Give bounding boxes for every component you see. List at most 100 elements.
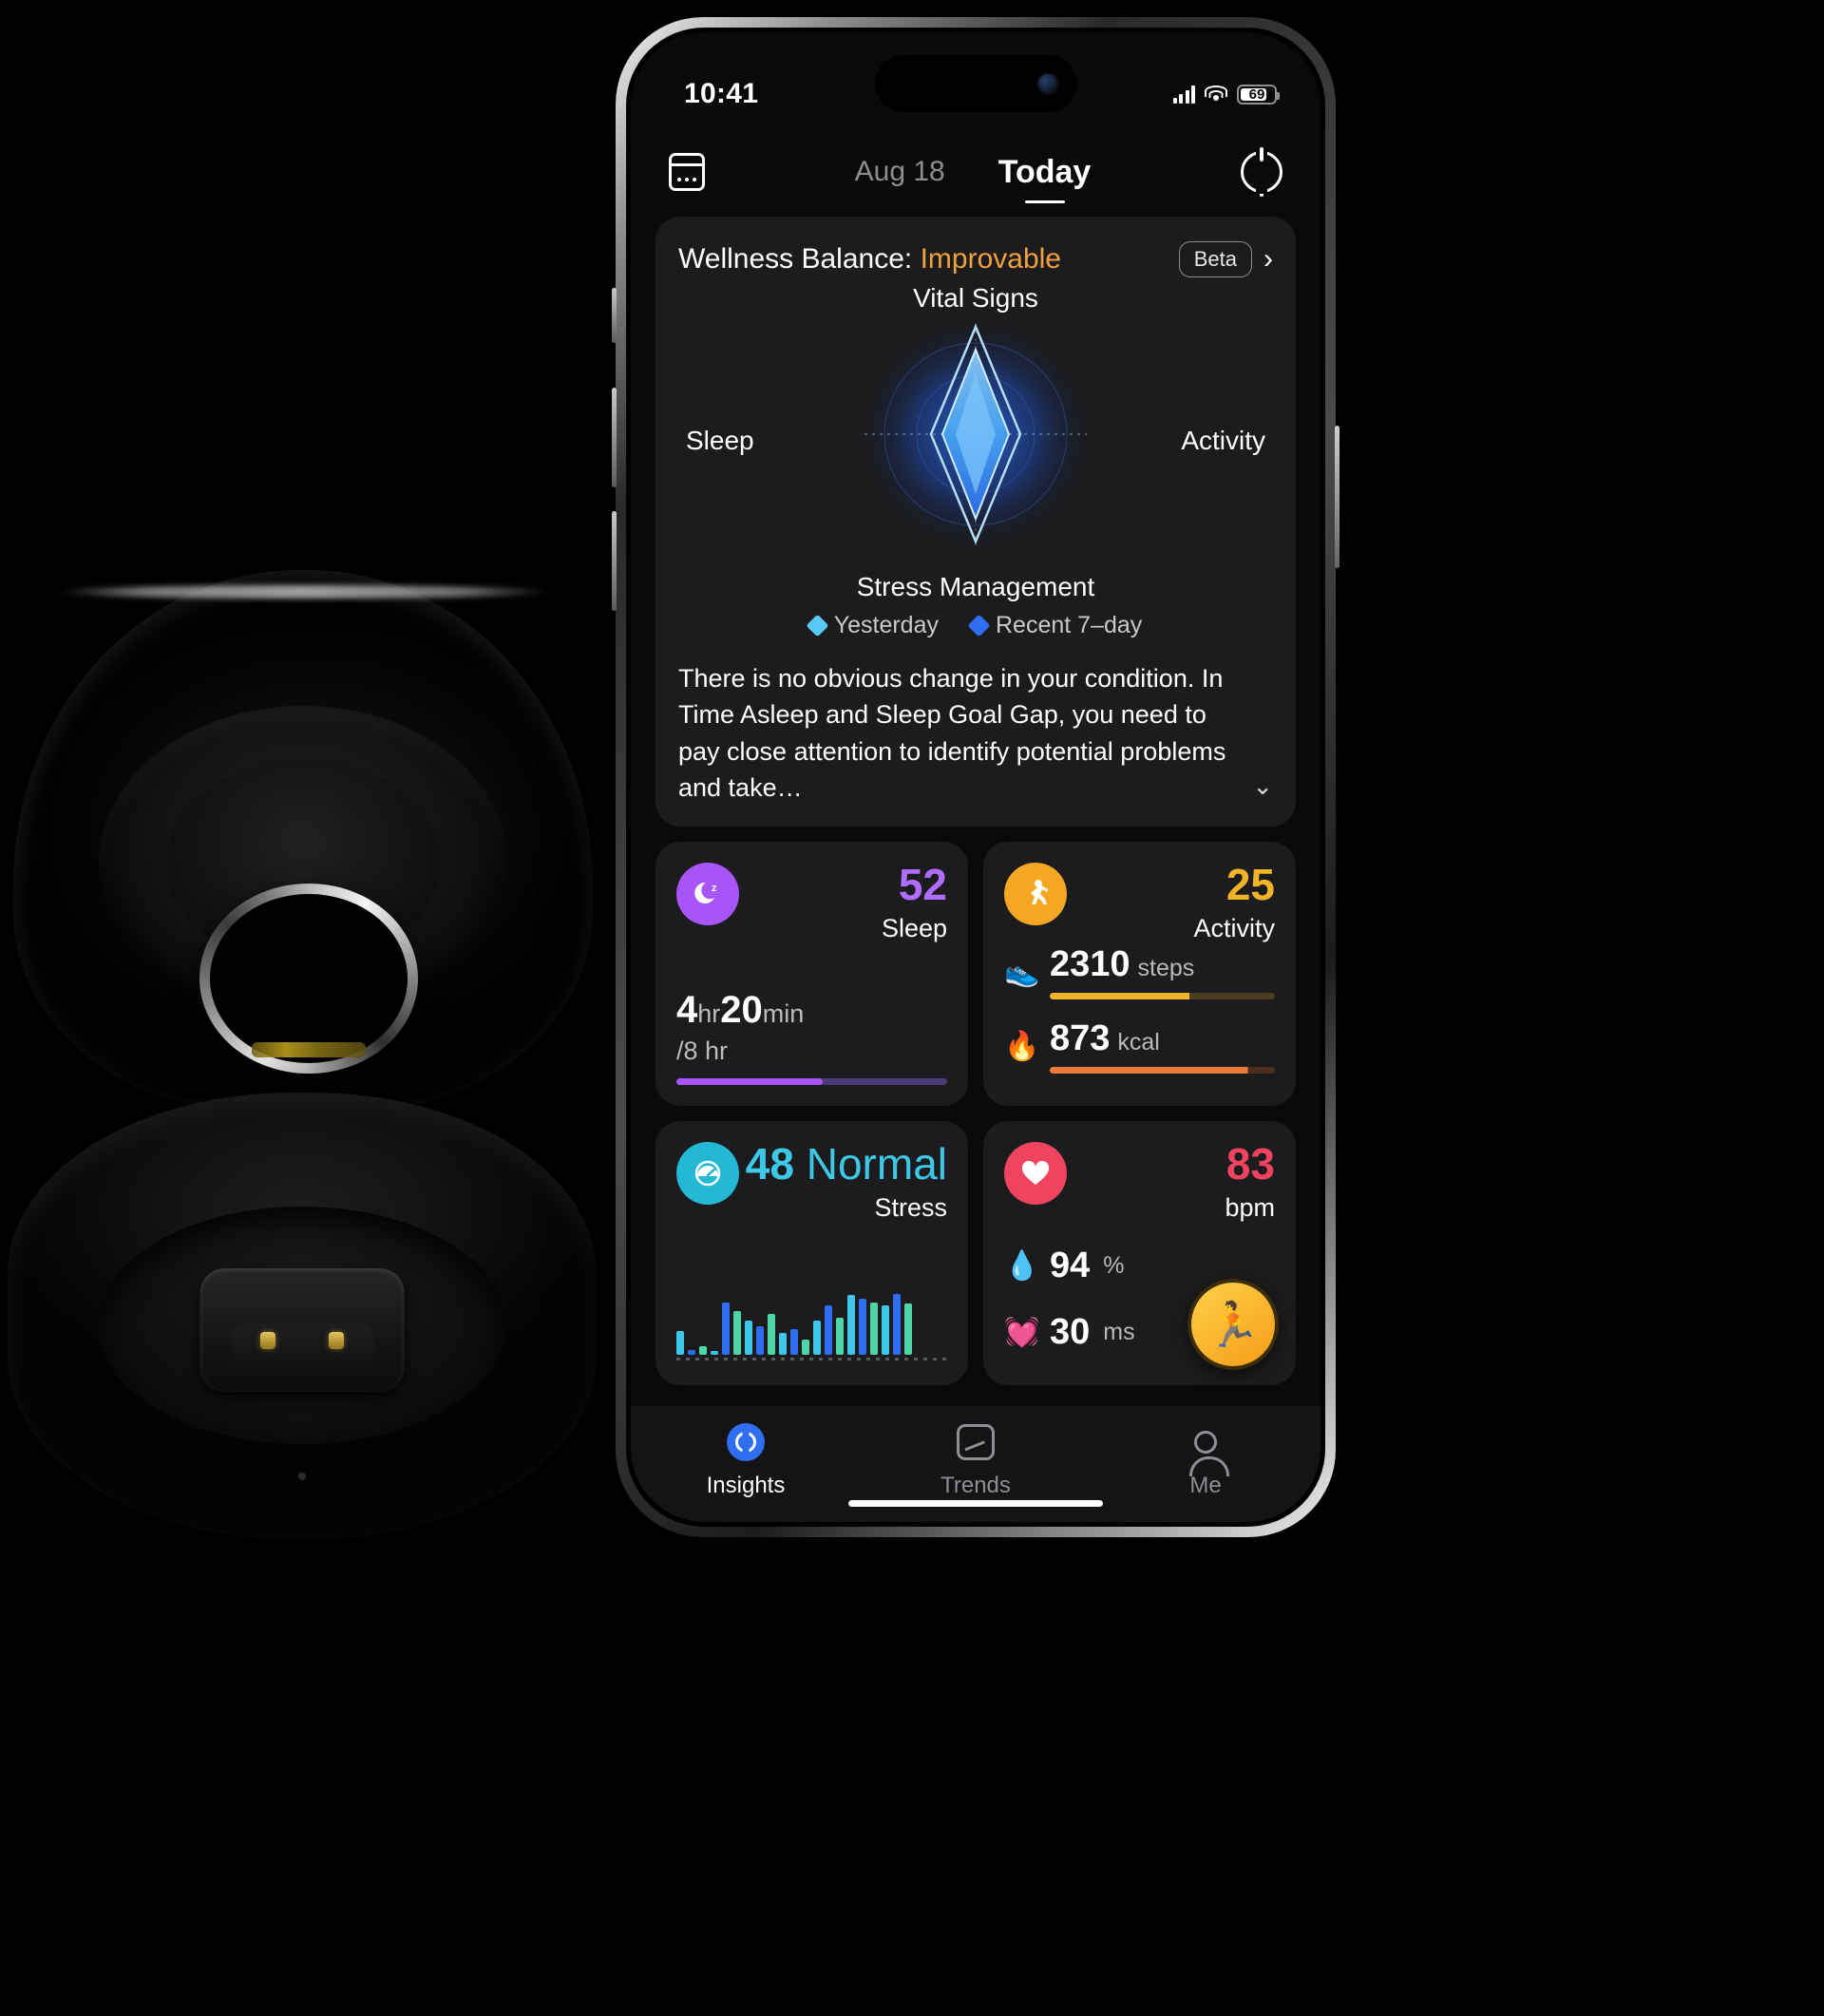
wellness-title: Wellness Balance: Improvable bbox=[678, 243, 1061, 276]
nav-today-tab[interactable]: Today bbox=[998, 154, 1092, 191]
charging-pin-left bbox=[260, 1332, 276, 1349]
stress-bar bbox=[893, 1293, 901, 1356]
tab-label-me: Me bbox=[1189, 1473, 1222, 1498]
steps-progress-track bbox=[1050, 993, 1275, 1000]
dynamic-island bbox=[875, 55, 1076, 112]
wifi-icon bbox=[1205, 86, 1227, 103]
smart-ring bbox=[200, 884, 418, 1074]
hrv-value: 30 bbox=[1050, 1312, 1091, 1353]
stress-bar bbox=[745, 1321, 752, 1356]
sync-icon[interactable] bbox=[1241, 147, 1282, 197]
charging-pin-right bbox=[329, 1332, 344, 1349]
home-indicator[interactable] bbox=[848, 1500, 1103, 1507]
stress-bar bbox=[676, 1331, 684, 1356]
status-time: 10:41 bbox=[684, 78, 759, 109]
activity-calories-row: 🔥 873 kcal bbox=[1004, 1018, 1275, 1075]
metric-card-grid: z 52 Sleep 4hr20min /8 hr 25 Activity 👟 … bbox=[656, 842, 1296, 1386]
phone-device: 10:41 69 Aug 18 Today Wellness Balance: … bbox=[612, 17, 1340, 1537]
stress-bar bbox=[699, 1346, 707, 1356]
sleep-progress-track bbox=[676, 1078, 947, 1086]
blood-oxygen-unit: % bbox=[1103, 1252, 1125, 1280]
front-camera-icon bbox=[1038, 74, 1057, 93]
hrv-row: 💓 30 ms bbox=[1004, 1312, 1135, 1353]
shoe-icon: 👟 bbox=[1004, 956, 1040, 988]
stress-status: Normal bbox=[806, 1139, 947, 1189]
heart-rate-card[interactable]: 83 bpm 💧 94 % 💓 30 ms 🏃 bbox=[983, 1121, 1296, 1386]
stress-bar bbox=[813, 1321, 821, 1356]
activity-card[interactable]: 25 Activity 👟 2310 steps 🔥 873 kcal bbox=[983, 842, 1296, 1107]
volume-up-button[interactable] bbox=[612, 388, 617, 487]
stress-gauge-icon bbox=[676, 1142, 739, 1206]
mute-switch[interactable] bbox=[612, 288, 617, 343]
blood-oxygen-droplet-icon: 💧 bbox=[1004, 1250, 1040, 1283]
blood-oxygen-value: 94 bbox=[1050, 1246, 1091, 1286]
stress-bar bbox=[722, 1302, 730, 1356]
sleep-hours: 4 bbox=[676, 989, 698, 1032]
stress-bar bbox=[733, 1310, 741, 1356]
power-button[interactable] bbox=[1335, 426, 1340, 568]
tab-insights[interactable]: Insights bbox=[631, 1421, 861, 1499]
workout-run-icon[interactable]: 🏃 bbox=[1188, 1279, 1279, 1371]
stress-bar-chart bbox=[676, 1269, 947, 1361]
stress-bar bbox=[904, 1303, 912, 1356]
case-led-indicator bbox=[298, 1473, 306, 1480]
radar-svg bbox=[864, 322, 1088, 546]
flame-icon: 🔥 bbox=[1004, 1030, 1040, 1062]
wellness-balance-card[interactable]: Wellness Balance: Improvable Beta › Vita… bbox=[656, 217, 1296, 827]
beta-badge: Beta bbox=[1178, 241, 1252, 277]
insights-ring-icon bbox=[725, 1421, 767, 1463]
radar-axis-activity: Activity bbox=[1181, 426, 1265, 455]
stress-label: Stress bbox=[874, 1193, 947, 1223]
sleep-goal: /8 hr bbox=[676, 1037, 729, 1066]
stress-card[interactable]: 48 Normal Stress bbox=[656, 1121, 968, 1386]
tab-me[interactable]: Me bbox=[1091, 1421, 1320, 1499]
stress-baseline bbox=[676, 1358, 947, 1361]
ring-contact-pads bbox=[252, 1042, 366, 1057]
chevron-right-icon[interactable]: › bbox=[1264, 245, 1273, 274]
product-photo bbox=[0, 0, 627, 2016]
heart-icon bbox=[1004, 1142, 1067, 1206]
sleep-duration: 4hr20min bbox=[676, 989, 804, 1032]
tab-label-insights: Insights bbox=[706, 1473, 786, 1498]
cellular-signal-icon bbox=[1172, 85, 1195, 104]
charging-case-base bbox=[8, 1093, 597, 1539]
trends-chart-icon bbox=[955, 1421, 997, 1463]
sleep-progress-fill bbox=[676, 1078, 823, 1086]
sleep-moon-icon: z bbox=[676, 863, 739, 926]
volume-down-button[interactable] bbox=[612, 511, 617, 611]
stress-bar bbox=[756, 1325, 764, 1356]
wellness-radar-chart: Vital Signs Sleep Activity Stress Manage… bbox=[678, 283, 1273, 601]
calendar-icon[interactable] bbox=[669, 153, 705, 191]
stress-bar bbox=[825, 1305, 832, 1356]
activity-score: 25 bbox=[1226, 860, 1275, 910]
legend-swatch-yesterday bbox=[806, 614, 829, 637]
wellness-status: Improvable bbox=[920, 243, 1061, 275]
stress-bar bbox=[847, 1295, 855, 1356]
sleep-label: Sleep bbox=[881, 914, 947, 943]
heart-rate-unit: bpm bbox=[1225, 1193, 1275, 1223]
calories-unit: kcal bbox=[1117, 1029, 1160, 1056]
stress-bar bbox=[859, 1298, 866, 1356]
steps-value: 2310 bbox=[1050, 944, 1130, 985]
legend-swatch-recent7day bbox=[967, 614, 991, 637]
hrv-heartbeat-icon: 💓 bbox=[1004, 1317, 1040, 1349]
stress-bar bbox=[836, 1317, 844, 1356]
main-content: Wellness Balance: Improvable Beta › Vita… bbox=[631, 217, 1320, 1406]
legend-item-yesterday: Yesterday bbox=[806, 612, 939, 639]
legend-label-recent7day: Recent 7–day bbox=[996, 612, 1143, 638]
wellness-title-prefix: Wellness Balance: bbox=[678, 243, 921, 275]
stress-bar bbox=[882, 1305, 889, 1356]
chevron-down-icon[interactable]: ⌄ bbox=[1252, 769, 1273, 804]
nav-date-tab[interactable]: Aug 18 bbox=[855, 156, 945, 188]
tab-trends[interactable]: Trends bbox=[861, 1421, 1091, 1499]
stress-bar bbox=[711, 1351, 718, 1356]
stress-bar bbox=[870, 1302, 878, 1356]
stress-bar bbox=[688, 1349, 695, 1356]
sleep-card[interactable]: z 52 Sleep 4hr20min /8 hr bbox=[656, 842, 968, 1107]
phone-screen: 10:41 69 Aug 18 Today Wellness Balance: … bbox=[631, 32, 1320, 1522]
battery-level: 69 bbox=[1248, 86, 1265, 103]
calories-progress-track bbox=[1050, 1067, 1275, 1075]
hrv-unit: ms bbox=[1103, 1319, 1135, 1346]
heart-rate-value: 83 bbox=[1226, 1139, 1275, 1189]
battery-icon: 69 bbox=[1237, 84, 1280, 105]
